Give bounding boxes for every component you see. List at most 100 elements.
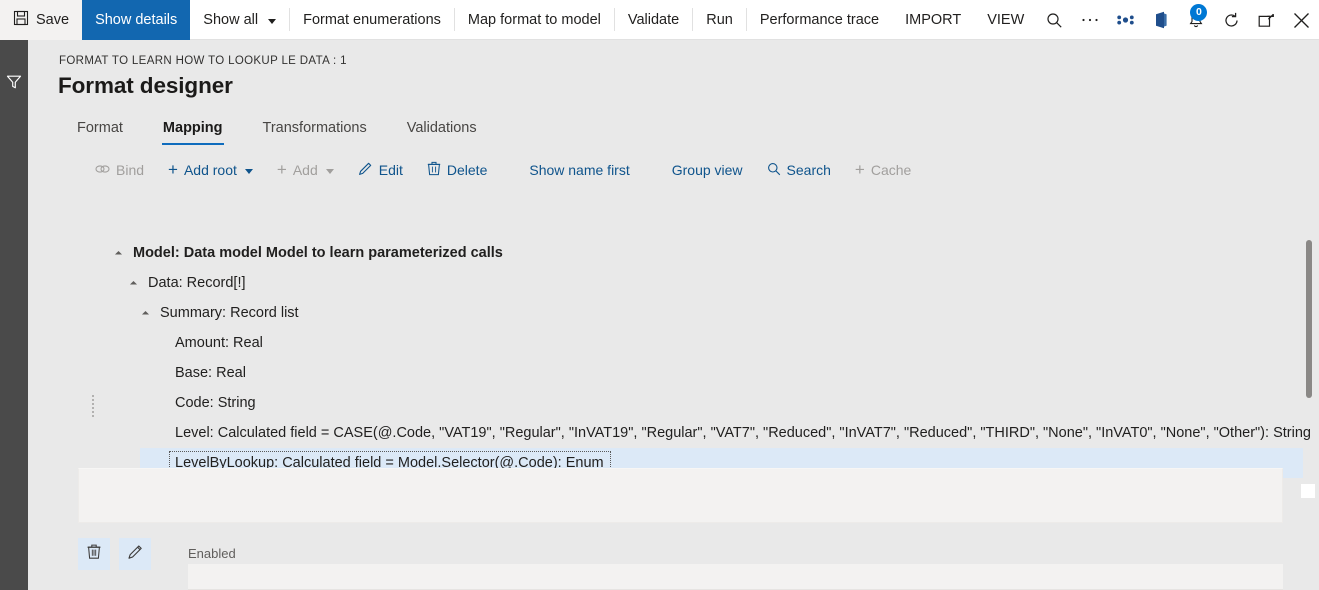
show-details-button[interactable]: Show details — [82, 0, 190, 40]
plus-icon: + — [168, 161, 178, 178]
settings-button[interactable] — [1108, 0, 1143, 40]
format-enumerations-label: Format enumerations — [303, 12, 441, 28]
performance-trace-label: Performance trace — [760, 12, 879, 28]
add-root-label: Add root — [184, 162, 237, 178]
tab-label: Transformations — [263, 120, 367, 136]
tree-row[interactable]: Summary: Record list — [143, 298, 299, 328]
edit-button[interactable]: Edit — [346, 155, 415, 185]
save-button[interactable]: Save — [0, 0, 82, 40]
tree-row[interactable]: Base: Real — [175, 358, 246, 388]
office-app-icon — [1153, 11, 1169, 29]
tab-transformations[interactable]: Transformations — [243, 114, 387, 145]
validate-button[interactable]: Validate — [615, 0, 692, 40]
view-label: VIEW — [987, 12, 1024, 28]
top-command-bar: Save Show details Show all Format enumer… — [0, 0, 1319, 40]
trash-can-icon — [427, 161, 441, 179]
tree-action-toolbar: Bind + Add root + Add Edit — [83, 155, 923, 185]
link-chain-icon — [95, 162, 110, 178]
breadcrumb: FORMAT TO LEARN HOW TO LOOKUP LE DATA : … — [59, 55, 347, 67]
tree-row-label: Base: Real — [175, 365, 246, 381]
tree-vertical-scrollbar[interactable] — [1306, 240, 1312, 398]
refresh-button[interactable] — [1213, 0, 1248, 40]
tab-label: Format — [77, 120, 123, 136]
chevron-down-icon — [245, 169, 253, 174]
map-format-to-model-button[interactable]: Map format to model — [455, 0, 614, 40]
tree-row[interactable]: Amount: Real — [175, 328, 263, 358]
close-icon — [1293, 12, 1310, 29]
show-name-first-button[interactable]: Show name first — [517, 155, 641, 185]
tree-row-label: Amount: Real — [175, 335, 263, 351]
expand-collapse-icon[interactable] — [115, 250, 122, 257]
performance-trace-button[interactable]: Performance trace — [747, 0, 892, 40]
tab-label: Validations — [407, 120, 477, 136]
save-label: Save — [36, 12, 69, 28]
group-view-button[interactable]: Group view — [660, 155, 755, 185]
show-details-label: Show details — [95, 12, 177, 28]
run-label: Run — [706, 12, 733, 28]
chevron-down-icon — [326, 169, 334, 174]
cache-button[interactable]: + Cache — [843, 155, 923, 185]
open-in-new-window-icon — [1258, 13, 1275, 28]
delete-field-button[interactable] — [78, 538, 110, 570]
expand-collapse-icon[interactable] — [142, 310, 149, 317]
tree-row-label: Model: Data model Model to learn paramet… — [133, 245, 503, 261]
bind-label: Bind — [116, 162, 144, 178]
search-button[interactable] — [1037, 0, 1072, 40]
mapping-tree: Model: Data model Model to learn paramet… — [56, 190, 1319, 485]
trash-can-icon — [86, 543, 102, 565]
tab-mapping[interactable]: Mapping — [143, 114, 243, 145]
tree-row[interactable]: Data: Record[!] — [131, 268, 246, 298]
tab-validations[interactable]: Validations — [387, 114, 497, 145]
add-label: Add — [293, 162, 318, 178]
open-in-new-window-button[interactable] — [1249, 0, 1284, 40]
edit-field-button[interactable] — [119, 538, 151, 570]
add-root-dropdown[interactable]: + Add root — [156, 155, 265, 185]
search-label: Search — [787, 162, 831, 178]
import-label: IMPORT — [905, 12, 961, 28]
page-title: Format designer — [58, 73, 233, 99]
chevron-down-icon — [268, 19, 276, 24]
enabled-field-input[interactable] — [188, 564, 1283, 590]
show-all-label: Show all — [203, 12, 258, 28]
import-menu[interactable]: IMPORT — [892, 0, 974, 40]
validate-label: Validate — [628, 12, 679, 28]
close-button[interactable] — [1284, 0, 1319, 40]
tab-strip: Format Mapping Transformations Validatio… — [58, 114, 497, 145]
delete-button[interactable]: Delete — [415, 155, 499, 185]
filter-button[interactable] — [0, 70, 28, 98]
tree-row-label: Level: Calculated field = CASE(@.Code, "… — [175, 425, 1311, 441]
ellipsis-icon — [1081, 17, 1099, 23]
search-button[interactable]: Search — [755, 155, 843, 185]
bind-button[interactable]: Bind — [83, 155, 156, 185]
show-all-dropdown[interactable]: Show all — [190, 0, 289, 40]
left-navigation-rail — [0, 40, 28, 590]
pencil-edit-icon — [127, 543, 144, 565]
add-dropdown[interactable]: + Add — [265, 155, 346, 185]
tree-row[interactable]: Code: String — [175, 388, 256, 418]
expand-collapse-icon[interactable] — [130, 280, 137, 287]
tree-row[interactable]: Level: Calculated field = CASE(@.Code, "… — [175, 418, 1311, 448]
cache-label: Cache — [871, 162, 911, 178]
tree-row-label: Code: String — [175, 395, 256, 411]
notifications-button[interactable]: 0 — [1178, 0, 1213, 40]
pencil-edit-icon — [358, 161, 373, 179]
tab-label: Mapping — [163, 120, 223, 136]
tab-format[interactable]: Format — [58, 114, 143, 145]
plus-icon: + — [855, 161, 865, 178]
tree-row-label: Data: Record[!] — [148, 275, 246, 291]
plus-icon: + — [277, 161, 287, 178]
delete-label: Delete — [447, 162, 487, 178]
refresh-icon — [1223, 12, 1240, 29]
enabled-field-label: Enabled — [188, 546, 236, 561]
overflow-menu-button[interactable] — [1073, 0, 1108, 40]
search-icon — [767, 162, 781, 179]
format-enumerations-button[interactable]: Format enumerations — [290, 0, 454, 40]
notifications-count-badge: 0 — [1190, 4, 1207, 21]
tree-corner-box — [1301, 484, 1315, 498]
run-button[interactable]: Run — [693, 0, 746, 40]
view-menu[interactable]: VIEW — [974, 0, 1037, 40]
edit-label: Edit — [379, 162, 403, 178]
tree-row[interactable]: Model: Data model Model to learn paramet… — [116, 238, 503, 268]
row-drag-handle[interactable] — [88, 395, 98, 417]
office-app-button[interactable] — [1143, 0, 1178, 40]
